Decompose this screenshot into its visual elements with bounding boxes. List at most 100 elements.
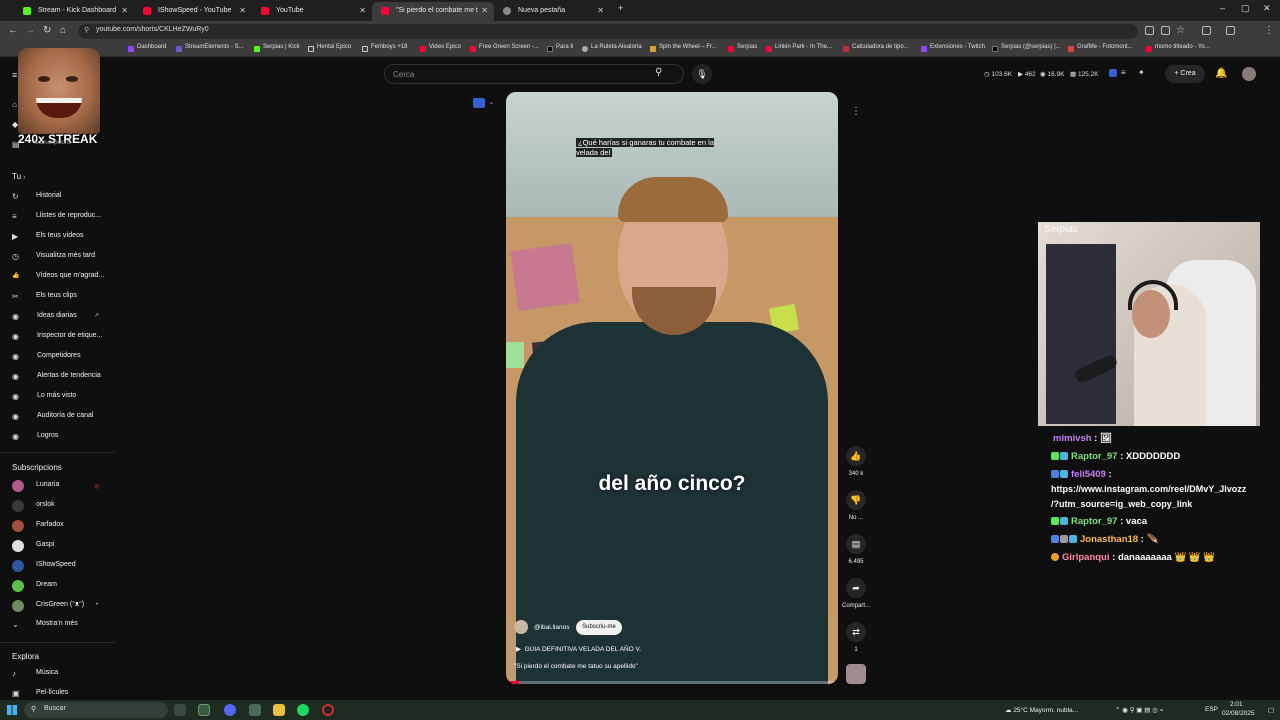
bookmark-item[interactable]: Serpias | Kick [254, 44, 300, 52]
sidebar-item-your-videos[interactable]: ▶ Els teus vídeos [12, 232, 83, 241]
extension-logo-icon[interactable] [473, 98, 485, 108]
sidebar-item-competitors[interactable]: ◉ Competidores [12, 352, 81, 361]
reload-icon[interactable]: ↻ [43, 25, 51, 36]
task-view-icon[interactable] [174, 704, 186, 716]
omnibox[interactable]: ⚲ youtube.com/shorts/CKLHeZWuRy0 [78, 24, 1138, 39]
sidebar-sub-farfadox[interactable]: Farfadox [36, 521, 64, 528]
bookmark-item[interactable]: Free Green Screen -... [470, 44, 539, 52]
chevron-down-icon[interactable]: ⌄ [489, 99, 494, 106]
home-icon[interactable]: ⌂ [12, 100, 17, 109]
subscribe-button[interactable]: Subscriu-me [576, 620, 622, 635]
clock-date[interactable]: 02/08/2025 [1222, 710, 1255, 717]
site-info-icon[interactable]: ⚲ [84, 26, 89, 34]
taskbar-search[interactable]: ⚲ Buscar [24, 702, 168, 718]
close-icon[interactable]: ✕ [481, 2, 488, 19]
chrome-icon[interactable] [198, 704, 210, 716]
microphone-icon[interactable]: 🎙 [692, 64, 712, 84]
notifications-icon[interactable]: ▢ [1268, 706, 1274, 714]
windows-start-icon[interactable] [7, 705, 17, 715]
bookmark-item[interactable]: GrafMe - Fotomont... [1068, 44, 1133, 52]
sidebar-item-achievements[interactable]: ◉ Logros [12, 432, 58, 441]
comments-button[interactable]: ▤ [846, 534, 866, 554]
input-language[interactable]: ESP [1205, 706, 1218, 713]
bookmark-item[interactable]: Linkin Park - In The... [766, 44, 832, 52]
tab-new-tab[interactable]: Nueva pestaña ✕ [494, 2, 610, 21]
tray-icons[interactable]: ⌃ ◉ ⚲ ▣ ▤ ◎ ⌁ [1115, 706, 1164, 714]
search-input[interactable]: Cerca [393, 70, 414, 79]
app-icon[interactable] [249, 704, 261, 716]
channel-avatar[interactable] [514, 620, 528, 634]
sidebar-show-more[interactable]: ⌄ Mostra'n més [12, 620, 78, 629]
bookmark-item[interactable]: Extensiones - Twitch [921, 44, 985, 52]
sidebar-item-clips[interactable]: ✂ Els teus clips [12, 292, 77, 301]
sidebar-item-liked-videos[interactable]: 👍 Vídeos que m'agrad... [12, 272, 104, 279]
sidebar-sub-dream[interactable]: Dream [36, 581, 57, 588]
home-icon[interactable]: ⌂ [60, 25, 66, 36]
bookmark-item[interactable]: momo tilteado - Yo... [1146, 44, 1210, 52]
bookmark-star-icon[interactable]: ☆ [1176, 25, 1185, 36]
sidebar-item-trend-alerts[interactable]: ◉ Alertas de tendencia [12, 372, 101, 381]
discord-icon[interactable] [224, 704, 236, 716]
sidebar-you-header[interactable]: Tu › [12, 172, 26, 181]
sidebar-item-channel-audit[interactable]: ◉ Auditoría de canal [12, 412, 93, 421]
extensions-icon[interactable] [1202, 26, 1211, 35]
dislike-button[interactable]: 👎 [846, 490, 866, 510]
remix-button[interactable]: ⇄ [846, 622, 866, 642]
sidebar-sub-gaspi[interactable]: Gaspi [36, 541, 54, 548]
sidebar-item-most-viewed[interactable]: ◉ Lo más visto [12, 392, 76, 401]
sidebar-sub-crisgreen[interactable]: CrisGreen (ᵔᴥᵔ) [36, 601, 84, 608]
tab-ishowspeed[interactable]: IShowSpeed - YouTube ✕ [134, 2, 252, 21]
bookmark-folder[interactable]: Hentai Epico [308, 44, 351, 52]
more-options-icon[interactable]: ⋮ [846, 102, 866, 122]
sidepanel-icon[interactable] [1226, 26, 1235, 35]
account-avatar[interactable] [1242, 67, 1256, 81]
obs-icon[interactable] [322, 704, 334, 716]
bookmark-item[interactable]: La Ruleta Aleatoria [582, 44, 642, 52]
sidebar-item-subscriptions-partial[interactable]: Subscripcions [34, 140, 71, 146]
sidebar-item-tag-inspector[interactable]: ◉ Inspector de etique... [12, 332, 102, 341]
shorts-icon[interactable]: ◆ [12, 120, 18, 129]
sound-thumbnail[interactable] [846, 664, 866, 684]
bookmark-item[interactable]: Dashboard [128, 44, 166, 52]
maximize-icon[interactable]: ▢ [1241, 3, 1250, 14]
sidebar-item-ideas[interactable]: ◉ Ideas diarias ↗ [12, 312, 99, 321]
short-video-player[interactable]: ¿Qué harías si ganaras tu combate en la … [506, 92, 838, 684]
minimize-icon[interactable]: – [1220, 3, 1225, 13]
close-window-icon[interactable]: ✕ [1263, 3, 1271, 14]
subscriptions-icon[interactable]: ▤ [12, 140, 20, 149]
sidebar-item-playlists[interactable]: ≡ Llistes de reproduc... [12, 212, 101, 221]
bookmark-item[interactable]: Calculadora de tipo... [843, 44, 909, 52]
playlist-link[interactable]: ▶ GUIA DEFINITIVA VELADA DEL AÑO V. [516, 645, 641, 653]
tab-active-short[interactable]: "Si pierdo el combate me t ✕ [372, 2, 494, 21]
list-icon[interactable]: ≡ [1121, 68, 1126, 77]
notifications-bell-icon[interactable]: 🔔 [1215, 68, 1227, 79]
sidebar-item-watch-later[interactable]: ◷ Visualitza més tard [12, 252, 95, 261]
tab-youtube[interactable]: YouTube ✕ [252, 2, 372, 21]
bookmark-item[interactable]: Serpias (@serpias) |... [992, 44, 1061, 52]
close-icon[interactable]: ✕ [597, 2, 604, 19]
sidebar-item-movies[interactable]: ▣ Pel·lícules [12, 689, 68, 698]
video-progress-bar[interactable] [506, 681, 838, 684]
sidebar-item-history[interactable]: ↻ Historial [12, 192, 61, 201]
bookmark-item[interactable]: StreamElements - S... [176, 44, 244, 52]
bookmark-item[interactable]: Serpias [728, 44, 757, 52]
sidebar-sub-orslok[interactable]: orslok [36, 501, 55, 508]
new-tab-icon[interactable]: + [618, 3, 623, 13]
bookmark-item[interactable]: Para ti [547, 44, 573, 52]
file-explorer-icon[interactable] [273, 704, 285, 716]
back-icon[interactable]: ← [8, 25, 18, 36]
like-button[interactable]: 👍 [846, 446, 866, 466]
forward-icon[interactable]: → [25, 25, 35, 36]
sidebar-sub-lunaria[interactable]: Lunaria [36, 481, 59, 488]
hamburger-menu-icon[interactable]: ≡ [12, 70, 17, 80]
share-button[interactable]: ➦ [846, 578, 866, 598]
weather-widget[interactable]: ☁ 25°C Mayorm. nubla... [1005, 706, 1078, 714]
translate-icon[interactable] [1161, 26, 1170, 35]
create-button[interactable]: + Crea [1165, 65, 1205, 83]
close-icon[interactable]: ✕ [239, 2, 246, 19]
spotify-icon[interactable] [297, 704, 309, 716]
bookmark-item[interactable]: Spin the Wheel – Fr... [650, 44, 717, 52]
sidebar-sub-ishowspeed[interactable]: IShowSpeed [36, 561, 76, 568]
cast-icon[interactable] [1145, 26, 1154, 35]
channel-name[interactable]: @ibai.llanos [534, 624, 570, 631]
